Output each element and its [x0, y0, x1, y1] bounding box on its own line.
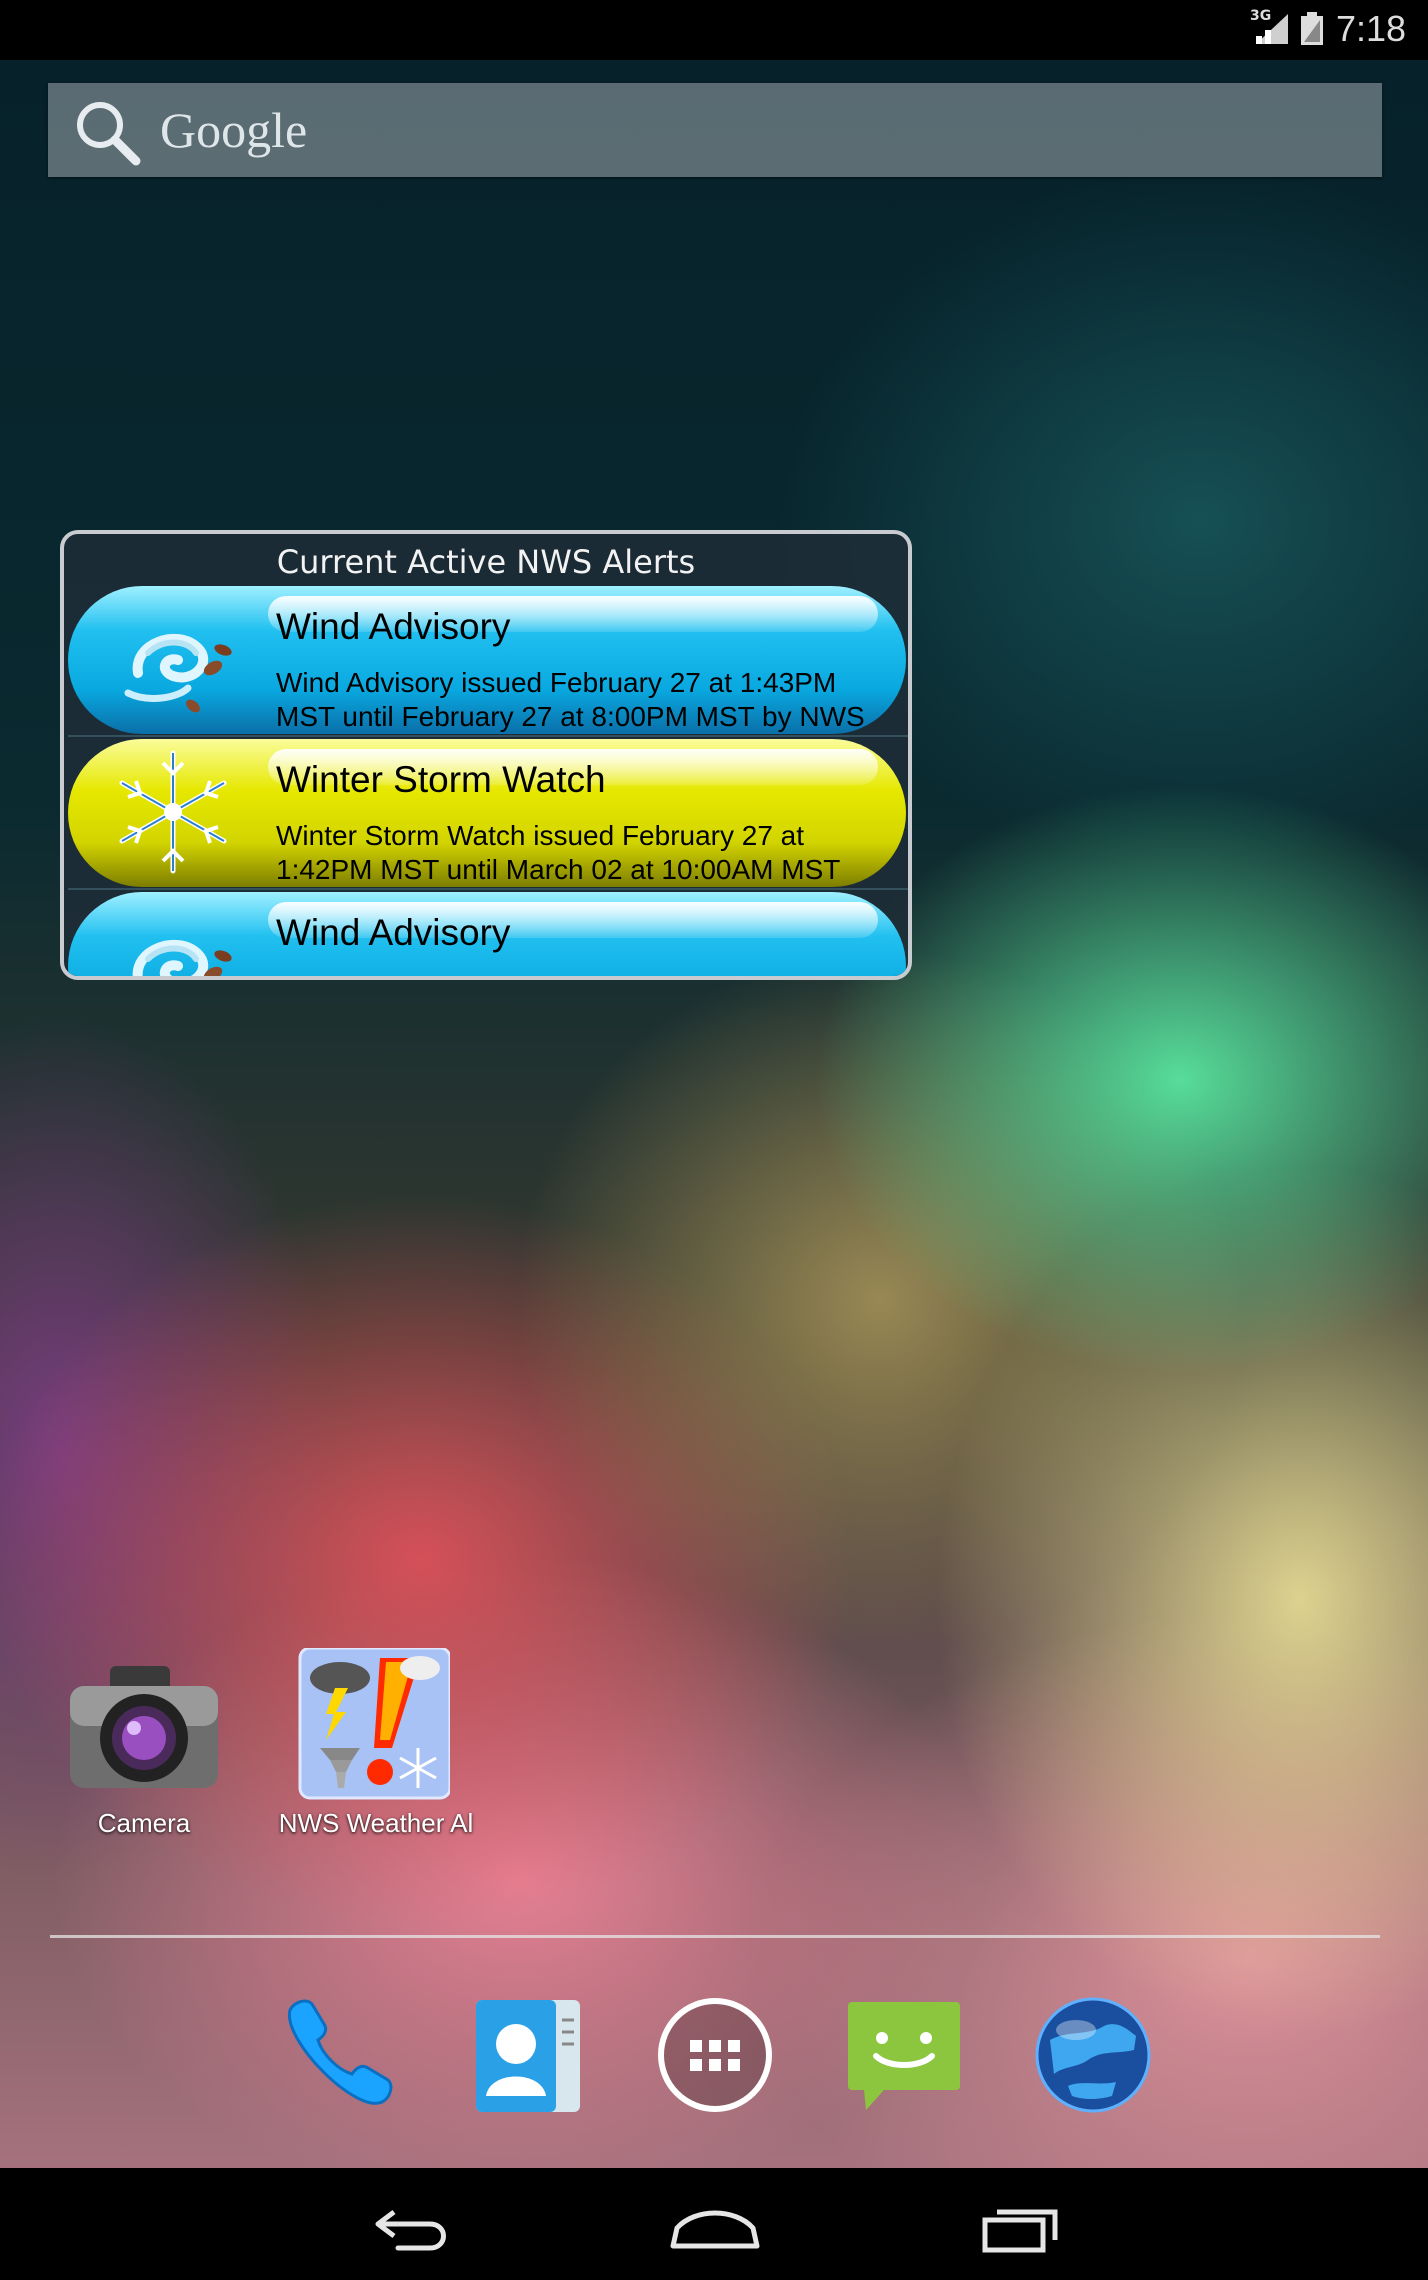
alert-divider	[68, 888, 908, 890]
browser-icon[interactable]	[1028, 1990, 1158, 2120]
status-bar: 3G 7:18	[0, 0, 1428, 60]
nws-alerts-widget[interactable]: Current Active NWS Alerts Wind Advisory …	[60, 530, 912, 980]
alert-title: Winter Storm Watch	[276, 759, 606, 800]
alert-wind-advisory[interactable]: Wind Advisory Wind Advisory issued Febru…	[68, 586, 906, 734]
recent-apps-icon[interactable]	[975, 2198, 1065, 2258]
app-nws-weather-alert[interactable]: NWS Weather Al	[270, 1646, 473, 1838]
wind-icon	[124, 634, 232, 713]
contacts-icon[interactable]	[462, 1990, 592, 2120]
navigation-bar	[0, 2168, 1428, 2280]
wind-icon	[132, 940, 232, 976]
nws-weather-alert-icon	[298, 1646, 452, 1800]
clock: 7:18	[1336, 8, 1407, 49]
app-label: NWS Weather Al	[278, 1808, 474, 1838]
widget-title: Current Active NWS Alerts	[276, 543, 696, 581]
camera-icon	[70, 1666, 218, 1788]
search-icon	[77, 102, 141, 166]
alert-title: Wind Advisory	[276, 912, 511, 953]
dock-divider	[50, 1935, 1380, 1938]
signal-icon	[1256, 14, 1288, 44]
snowflake-icon	[119, 750, 227, 874]
messaging-icon[interactable]	[838, 1990, 968, 2120]
app-camera[interactable]: Camera	[44, 1648, 244, 1838]
alert-description: Wind Advisory issued February 27 at 1:43…	[276, 667, 865, 732]
alert-divider	[68, 735, 908, 737]
google-search-bar[interactable]: Google	[48, 83, 1382, 177]
alert-title: Wind Advisory	[276, 606, 511, 647]
alert-description: Winter Storm Watch issued February 27 at…	[276, 820, 841, 885]
battery-icon	[1301, 12, 1323, 45]
home-icon[interactable]	[665, 2198, 765, 2258]
back-icon[interactable]	[368, 2198, 458, 2258]
phone-icon[interactable]	[272, 1990, 402, 2120]
alert-wind-advisory[interactable]: Wind Advisory	[68, 892, 906, 976]
app-label: Camera	[97, 1808, 191, 1838]
app-drawer-icon[interactable]	[650, 1990, 780, 2120]
alert-winter-storm-watch[interactable]: Winter Storm Watch Winter Storm Watch is…	[68, 739, 906, 887]
wallpaper	[0, 0, 1428, 2280]
google-search-label: Google	[160, 102, 308, 158]
